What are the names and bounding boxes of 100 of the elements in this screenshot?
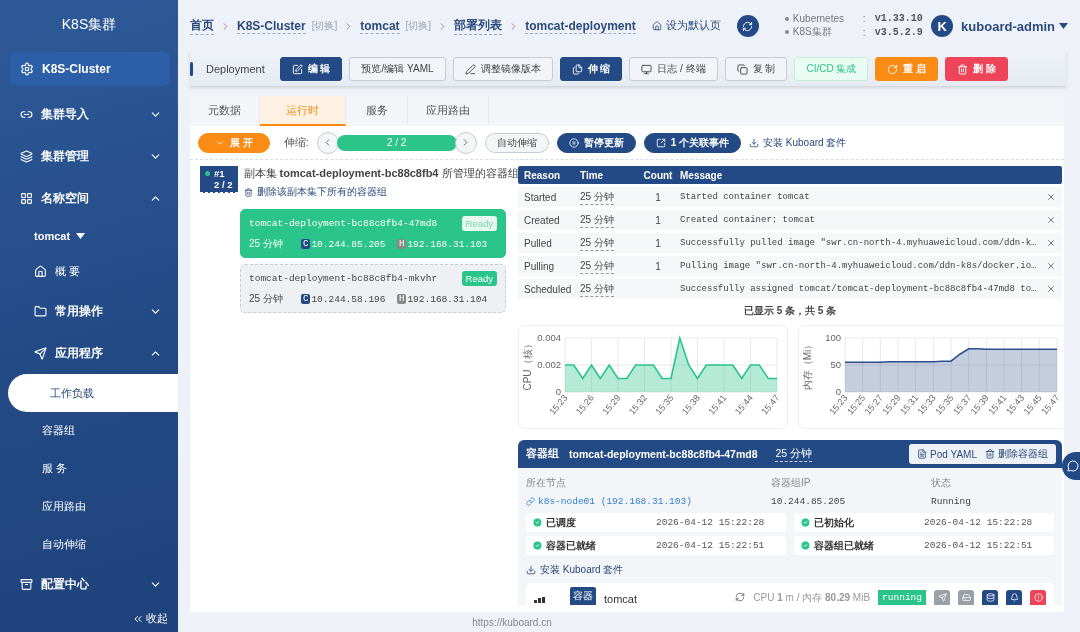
download-icon (749, 137, 760, 148)
sidebar-group[interactable]: 配置中心 (0, 563, 178, 605)
breadcrumb-link[interactable]: 首页 (190, 17, 214, 35)
copy-icon (736, 63, 748, 75)
close-icon[interactable] (1046, 284, 1056, 294)
sidebar-group[interactable]: 常用操作 (0, 290, 178, 333)
action-button[interactable] (1030, 590, 1046, 605)
layers-icon (20, 149, 33, 163)
breadcrumb-link[interactable]: tomcat (360, 18, 400, 34)
install-link[interactable]: 安装 Kuboard 套件 (526, 563, 1054, 577)
ip-tag: H (397, 239, 407, 249)
toolbar-button[interactable]: 删 除 (945, 57, 1008, 81)
close-icon[interactable] (1046, 238, 1056, 248)
bars-icon (534, 597, 548, 603)
replica-count: 2 / 2 (336, 134, 457, 151)
sidebar-title: K8S集群 (60, 14, 118, 34)
condition-time: 2026-04-12 15:22:51 (656, 540, 766, 551)
copy-icon (571, 63, 583, 75)
events-button[interactable]: 1 个关联事件 (643, 132, 742, 153)
toolbar-button[interactable]: 伸 缩 (559, 57, 623, 81)
caret-icon (1059, 23, 1068, 29)
set-default-link[interactable]: 设为默认页 (651, 19, 721, 33)
autoscale-button[interactable]: 自动伸缩 (484, 132, 549, 153)
sidebar-group[interactable]: 集群导入 (0, 93, 178, 136)
tick-label: 50 (830, 359, 841, 370)
refresh-button[interactable] (736, 15, 759, 37)
tab[interactable]: 应用路由 (408, 96, 489, 126)
cluster-item[interactable]: K8S-Cluster (10, 51, 170, 86)
tick-label: 0.004 (537, 332, 561, 343)
breadcrumb-link[interactable]: 部署列表 (454, 17, 503, 35)
resource-kind: Deployment (206, 63, 265, 75)
pod-card[interactable]: tomcat-deployment-bc88c8fb4-47md8 Ready 25 分钟 C 10.244.85.205 H 192.168.31.103 (240, 209, 506, 258)
rotate-icon (887, 63, 899, 75)
container-tag: 容器 (570, 587, 596, 605)
pod-label: 容器组 (526, 447, 559, 461)
sidebar-item[interactable]: 服 务 (0, 449, 178, 488)
toolbar-button[interactable]: 预览/编辑 YAML (349, 57, 446, 81)
folder-icon (34, 305, 47, 318)
sidebar-item[interactable]: 容器组 (0, 411, 178, 450)
toolbar-button[interactable]: 日志 / 终端 (629, 57, 718, 81)
breadcrumb-link[interactable]: tomcat-deployment (525, 18, 636, 34)
pod-age: 25 分钟 (249, 237, 284, 251)
node-link[interactable]: k8s-node01 (192.168.31.103) (526, 496, 771, 507)
tab[interactable]: 服务 (346, 96, 408, 126)
monitor-icon (641, 63, 653, 75)
refresh-icon (735, 592, 746, 602)
replicaset-index: #1 (214, 168, 226, 179)
collapse-button[interactable]: 收起 (128, 605, 178, 632)
pod-card[interactable]: tomcat-deployment-bc88c8fb4-mkvhr Ready 25 分钟 C 10.244.58.196 H 192.168.31.104 (240, 264, 506, 313)
field-value: 10.244.85.205 (771, 496, 847, 507)
table-cell-text: 1 (654, 260, 662, 272)
user-avatar[interactable]: K (931, 15, 954, 37)
sidebar-item[interactable]: 工作负载 (8, 374, 178, 412)
delete-button[interactable]: 删除容器组 (985, 447, 1048, 461)
delete-pods-link[interactable]: 删除该副本集下所有的容器组 (243, 185, 519, 199)
database-icon (985, 593, 995, 602)
decrease-button[interactable] (316, 131, 339, 154)
axis-title: CPU（核） (522, 339, 533, 391)
pause-button[interactable]: 暂停更新 (556, 132, 636, 153)
table-cell-text: Successfully pulled image "swr.cn-north-4.myhuaweicloud.com/ddn-k… (680, 238, 1038, 248)
version-name: K8S集群 (792, 25, 833, 39)
action-button[interactable] (982, 590, 998, 605)
field-value: Running (931, 496, 972, 507)
condition-time: 2026-04-12 15:22:51 (924, 540, 1034, 551)
namespace-selector[interactable]: tomcat (0, 218, 178, 253)
close-icon[interactable] (1046, 192, 1056, 202)
home-icon (34, 265, 47, 279)
toolbar-button[interactable]: 调整镜像版本 (452, 57, 553, 81)
link-icon (526, 497, 535, 506)
alert-icon (1033, 593, 1043, 602)
chat-button[interactable] (1062, 452, 1080, 480)
refresh-icon (742, 20, 754, 32)
link-icon (20, 108, 33, 121)
sidebar-item[interactable]: 概 要 (0, 252, 178, 291)
tick-label: 0.002 (537, 359, 561, 370)
close-icon[interactable] (1046, 261, 1056, 271)
edit-icon (291, 63, 303, 75)
container-name: tomcat (604, 593, 637, 605)
yaml-button[interactable]: Pod YAML (917, 447, 977, 461)
increase-button[interactable] (454, 131, 477, 154)
status-badge: Ready (461, 271, 497, 286)
sidebar-item[interactable]: 应用路由 (0, 487, 178, 526)
install-link[interactable]: 安装 Kuboard 套件 (749, 135, 847, 150)
pause-icon (568, 137, 579, 148)
user-menu[interactable]: kuboard-admin (961, 18, 1055, 34)
sidebar-group[interactable]: 集群管理 (0, 135, 178, 178)
breadcrumb-link[interactable]: K8S-Cluster (237, 18, 306, 34)
action-button[interactable] (1006, 590, 1022, 605)
bell-icon (1009, 593, 1019, 602)
sidebar-item[interactable]: 自动伸缩 (0, 525, 178, 564)
bullet-icon (784, 16, 789, 21)
toolbar-button[interactable]: 复 制 (724, 57, 788, 81)
condition-time: 2026-04-12 15:22:28 (656, 517, 766, 528)
sidebar-group[interactable]: 应用程序 (0, 332, 178, 375)
home-icon (651, 21, 662, 31)
bullet-icon (784, 30, 789, 34)
table-cell-text: Pulling (524, 260, 556, 272)
sidebar-group[interactable]: 名称空间 (0, 177, 178, 219)
close-icon[interactable] (1046, 215, 1056, 225)
toolbar-button[interactable]: 编 辑 (279, 57, 343, 81)
